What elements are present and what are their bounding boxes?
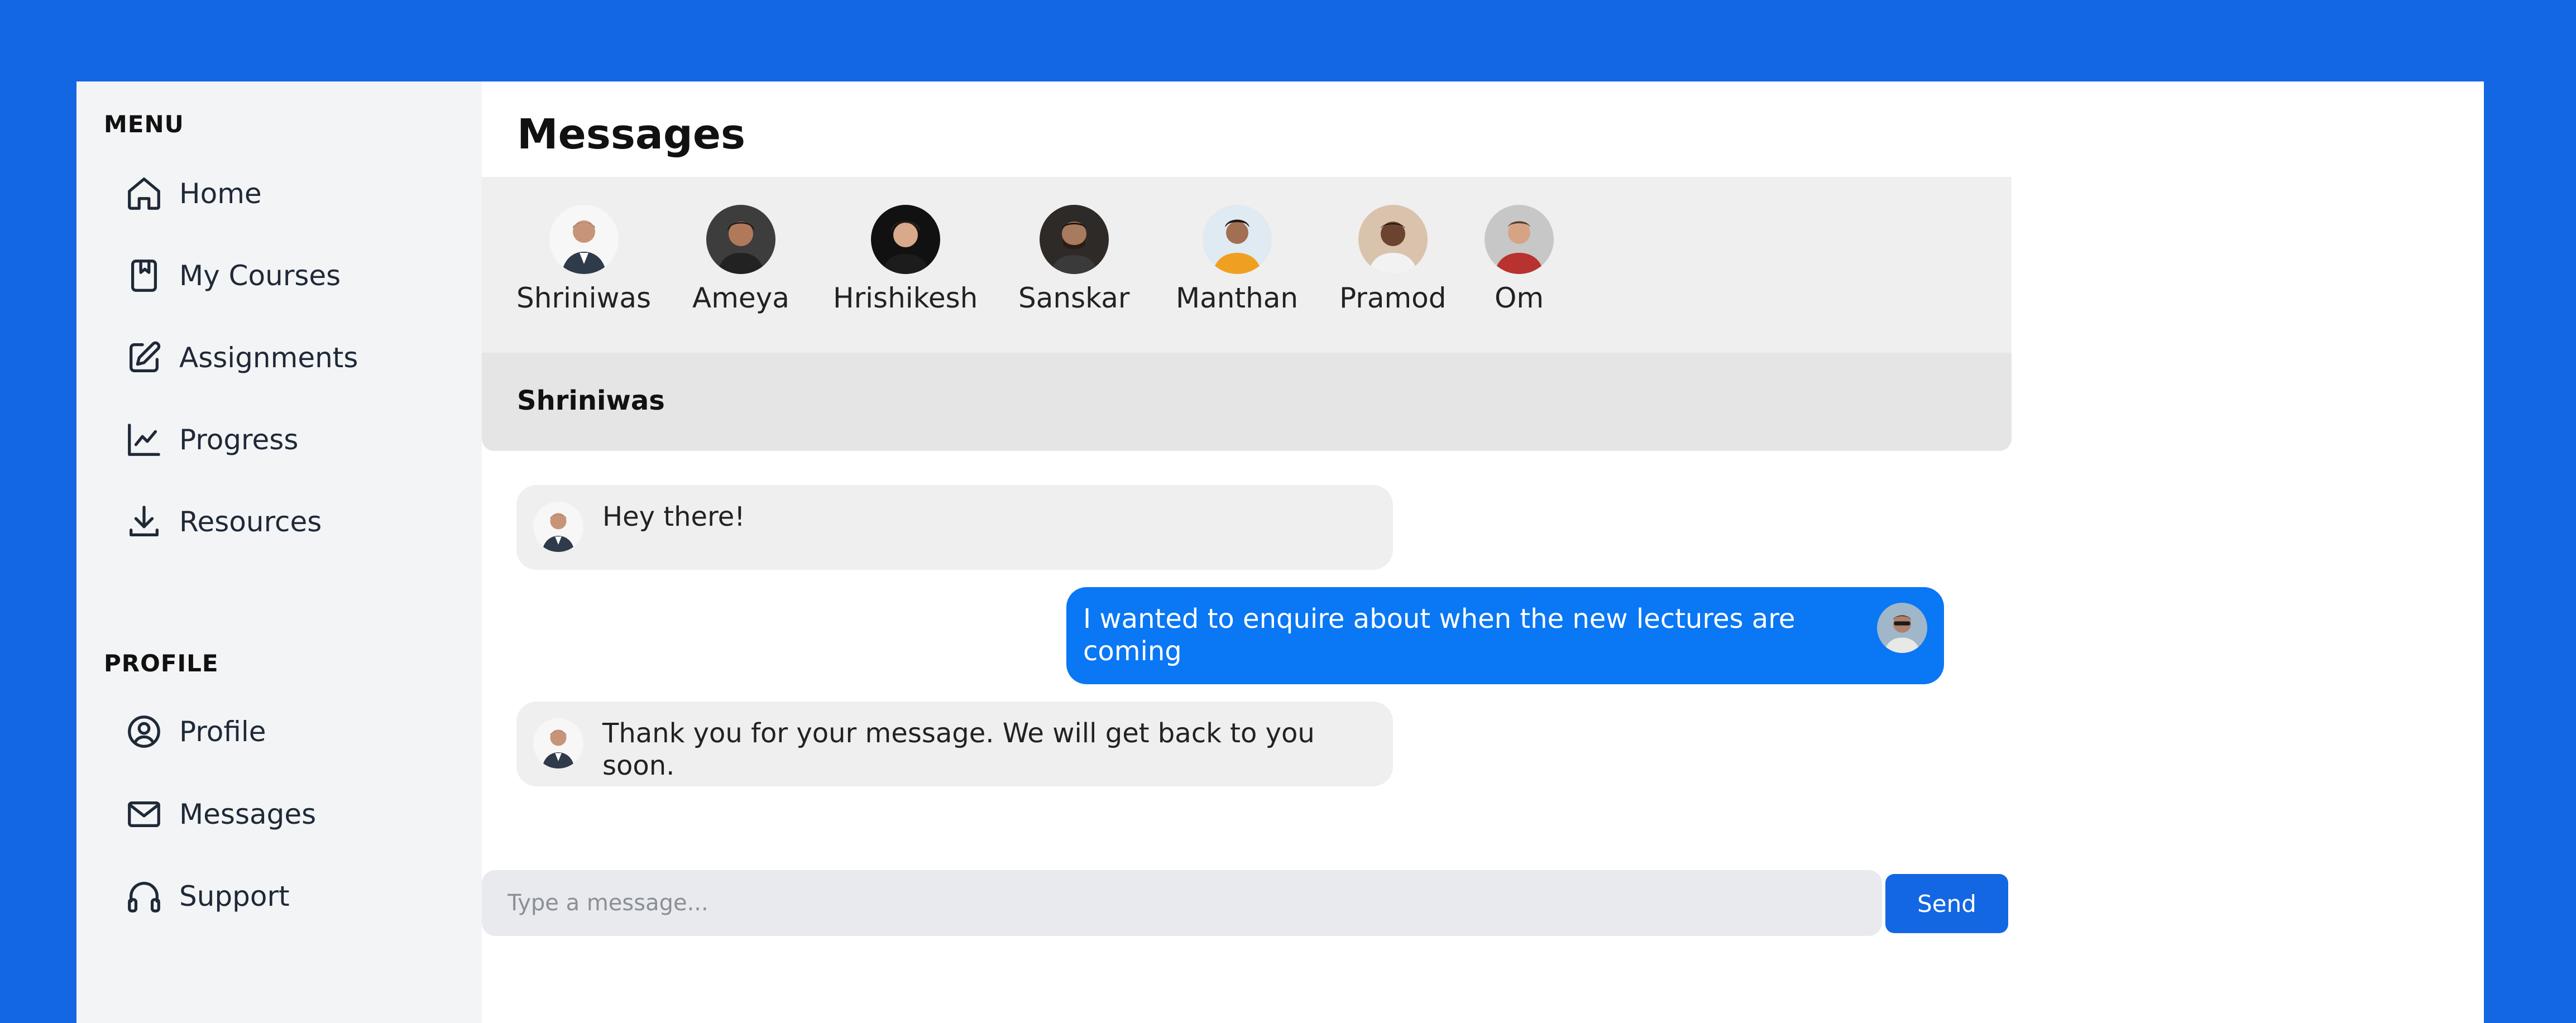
contact-shriniwas[interactable]: Shriniwas bbox=[516, 205, 651, 314]
sidebar-item-label: Messages bbox=[179, 798, 317, 830]
headphones-icon bbox=[128, 882, 160, 912]
contact-name: Manthan bbox=[1176, 282, 1299, 314]
mail-icon bbox=[128, 801, 160, 828]
home-icon bbox=[128, 177, 160, 210]
message-text: Thank you for your message. We will get … bbox=[602, 718, 1315, 781]
sidebar-item-label: My Courses bbox=[179, 260, 341, 292]
user-circle-icon bbox=[128, 715, 160, 748]
download-icon bbox=[130, 506, 159, 536]
contact-sanskar[interactable]: Sanskar bbox=[1018, 205, 1129, 314]
edit-square-icon bbox=[130, 341, 161, 372]
message-incoming: Thank you for your message. We will get … bbox=[516, 702, 1393, 786]
message-text: I wanted to enquire about when the new l… bbox=[1083, 603, 1795, 667]
sidebar-item-profile[interactable]: Profile bbox=[125, 701, 459, 762]
sidebar-item-support[interactable]: Support bbox=[125, 866, 459, 927]
contact-manthan[interactable]: Manthan bbox=[1176, 205, 1298, 314]
contact-om[interactable]: Om bbox=[1485, 205, 1554, 314]
sidebar-item-assignments[interactable]: Assignments bbox=[125, 327, 459, 388]
contact-name: Shriniwas bbox=[516, 282, 652, 314]
contact-name: Pramod bbox=[1339, 282, 1447, 314]
contact-pramod[interactable]: Pramod bbox=[1339, 205, 1447, 314]
bookmark-book-icon bbox=[131, 260, 157, 292]
sidebar-item-label: Profile bbox=[179, 715, 266, 748]
active-contact-name: Shriniwas bbox=[517, 385, 665, 416]
sidebar-item-messages[interactable]: Messages bbox=[125, 784, 459, 845]
message-incoming: Hey there! bbox=[516, 485, 1393, 570]
contact-name: Sanskar bbox=[1018, 282, 1130, 314]
contact-name: Ameya bbox=[692, 282, 789, 314]
line-chart-icon bbox=[128, 424, 160, 456]
window-frame: MENU Home My Courses Assignments Progres… bbox=[0, 0, 2576, 1023]
sidebar-item-progress[interactable]: Progress bbox=[125, 409, 459, 470]
sidebar-item-label: Support bbox=[179, 880, 290, 912]
sidebar-item-my-courses[interactable]: My Courses bbox=[125, 245, 459, 306]
app-container: MENU Home My Courses Assignments Progres… bbox=[76, 81, 2484, 1023]
contact-ameya[interactable]: Ameya bbox=[692, 205, 789, 314]
messages-panel: Messages Shriniwas Ameya Hrishikesh Sans… bbox=[482, 81, 2484, 1023]
contact-hrishikesh[interactable]: Hrishikesh bbox=[833, 205, 978, 314]
avatar bbox=[870, 205, 940, 274]
send-button[interactable]: Send bbox=[1885, 874, 2008, 933]
avatar bbox=[1039, 205, 1109, 274]
message-outgoing: I wanted to enquire about when the new l… bbox=[1066, 587, 1944, 684]
avatar bbox=[533, 718, 583, 769]
sidebar-item-label: Assignments bbox=[179, 342, 358, 374]
avatar bbox=[1358, 205, 1428, 274]
sidebar-item-label: Home bbox=[179, 177, 262, 210]
message-text: Hey there! bbox=[602, 501, 745, 532]
page-title: Messages bbox=[517, 111, 746, 159]
avatar bbox=[1485, 205, 1554, 274]
avatar bbox=[549, 205, 619, 274]
contact-name: Hrishikesh bbox=[833, 282, 978, 314]
sidebar-item-home[interactable]: Home bbox=[125, 163, 459, 224]
chat-header: Shriniwas bbox=[482, 353, 2012, 451]
sidebar-item-label: Progress bbox=[179, 424, 299, 456]
avatar bbox=[706, 205, 775, 274]
contact-name: Om bbox=[1494, 282, 1544, 314]
sidebar: MENU Home My Courses Assignments Progres… bbox=[76, 81, 482, 1023]
message-input[interactable] bbox=[482, 870, 1882, 936]
avatar bbox=[533, 502, 583, 552]
sidebar-item-label: Resources bbox=[179, 506, 322, 538]
avatar bbox=[1202, 205, 1272, 274]
sidebar-item-resources[interactable]: Resources bbox=[125, 491, 459, 553]
avatar bbox=[1877, 603, 1927, 653]
menu-section-label: MENU bbox=[104, 111, 184, 138]
contacts-strip: Shriniwas Ameya Hrishikesh Sanskar Manth… bbox=[482, 177, 2012, 353]
profile-section-label: PROFILE bbox=[104, 650, 219, 677]
